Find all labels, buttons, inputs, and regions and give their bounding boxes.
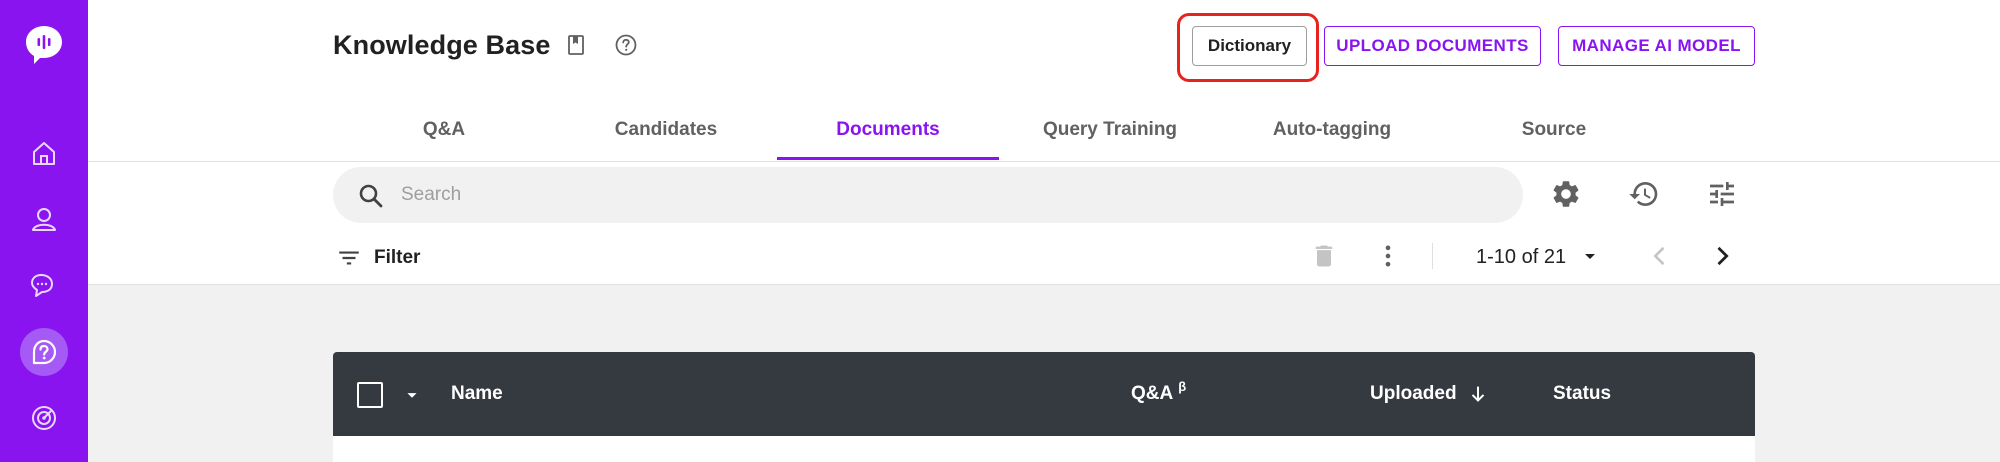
tab-query-training[interactable]: Query Training	[999, 100, 1221, 160]
page-title: Knowledge Base	[333, 30, 551, 60]
active-tab-indicator	[777, 157, 999, 160]
tab-bar: Q&A Candidates Documents Query Training …	[333, 100, 1586, 162]
manage-ai-model-button[interactable]: MANAGE AI MODEL	[1558, 26, 1755, 66]
tab-qa[interactable]: Q&A	[333, 100, 555, 160]
column-name-label: Name	[451, 383, 503, 404]
sidebar	[0, 0, 88, 462]
more-vert-icon[interactable]	[1372, 240, 1404, 272]
tabs-divider	[88, 161, 2000, 162]
column-qa-label: Q&A	[1131, 383, 1174, 404]
app-logo-icon[interactable]	[22, 22, 66, 66]
select-dropdown-icon[interactable]	[401, 384, 423, 406]
upload-documents-button[interactable]: UPLOAD DOCUMENTS	[1324, 26, 1541, 66]
tab-source[interactable]: Source	[1443, 100, 1665, 160]
column-header-status[interactable]: Status	[1553, 352, 1611, 436]
table-body	[333, 436, 1755, 462]
search-input[interactable]	[401, 167, 1501, 223]
sidebar-item-home[interactable]	[20, 129, 68, 177]
column-status-label: Status	[1553, 383, 1612, 404]
delete-icon[interactable]	[1308, 240, 1340, 272]
book-icon[interactable]	[563, 32, 589, 58]
filter-label: Filter	[374, 247, 421, 268]
tune-icon[interactable]	[1704, 176, 1740, 212]
table-header: Name Q&A β Uploaded Status	[333, 352, 1755, 436]
chevron-right-icon[interactable]	[1706, 240, 1738, 272]
sidebar-item-users[interactable]	[20, 195, 68, 243]
knowledge-base-icon	[32, 339, 57, 365]
sidebar-item-conversations[interactable]	[20, 261, 68, 309]
filter-icon	[339, 251, 359, 265]
beta-superscript: β	[1178, 378, 1187, 394]
sidebar-item-radar[interactable]	[20, 394, 68, 442]
home-icon	[33, 142, 55, 165]
column-header-name[interactable]: Name	[451, 352, 503, 436]
chat-icon	[31, 274, 53, 297]
tab-auto-tagging[interactable]: Auto-tagging	[1221, 100, 1443, 160]
help-icon[interactable]	[613, 32, 639, 58]
dictionary-button[interactable]: Dictionary	[1192, 26, 1307, 66]
select-all-checkbox[interactable]	[357, 382, 383, 408]
search-icon	[359, 184, 383, 208]
column-header-qa[interactable]: Q&A β	[1131, 352, 1186, 436]
page-size-dropdown-icon[interactable]	[1578, 244, 1602, 268]
tab-candidates[interactable]: Candidates	[555, 100, 777, 160]
pagination-range[interactable]: 1-10 of 21	[1476, 243, 1566, 271]
chevron-left-icon[interactable]	[1644, 240, 1676, 272]
radar-icon	[32, 406, 56, 430]
search-bar[interactable]	[333, 167, 1523, 223]
sort-descending-icon	[1471, 386, 1484, 402]
column-header-uploaded[interactable]: Uploaded	[1370, 352, 1489, 436]
toolbar-separator	[1432, 243, 1433, 269]
column-uploaded-label: Uploaded	[1370, 383, 1457, 404]
tab-documents[interactable]: Documents	[777, 100, 999, 160]
filter-button[interactable]: Filter	[336, 243, 420, 273]
sidebar-item-knowledge-base[interactable]	[20, 328, 68, 376]
user-icon	[32, 208, 56, 231]
history-icon[interactable]	[1626, 176, 1662, 212]
settings-gear-icon[interactable]	[1548, 176, 1584, 212]
